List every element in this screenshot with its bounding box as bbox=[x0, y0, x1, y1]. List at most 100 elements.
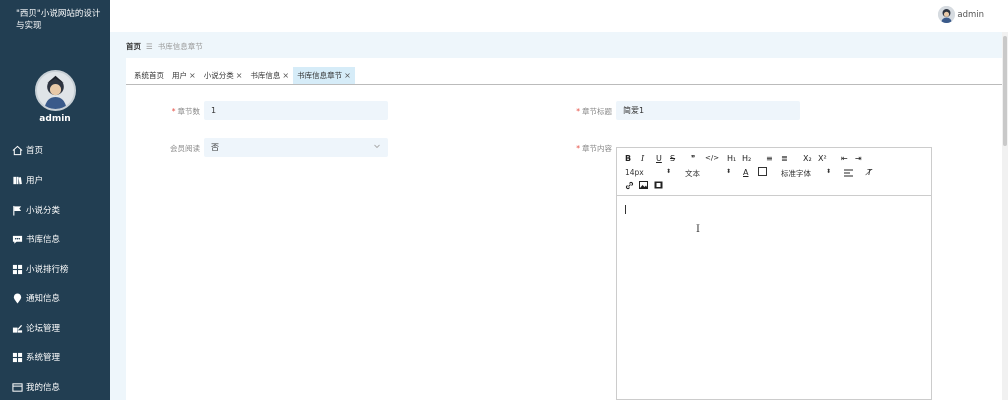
bold-button[interactable]: B bbox=[625, 154, 631, 163]
sidebar-item-notice[interactable]: 通知信息 bbox=[0, 288, 110, 308]
tab-users[interactable]: 用户 × bbox=[168, 67, 200, 84]
sidebar-item-label: 系统管理 bbox=[26, 353, 61, 363]
breadcrumb-current: 书库信息章节 bbox=[157, 42, 203, 51]
breadcrumb: 首页 ☰ 书库信息章节 bbox=[126, 41, 203, 52]
image-icon[interactable] bbox=[639, 181, 648, 189]
code-block-button[interactable]: </> bbox=[705, 154, 719, 162]
bullet-list-button[interactable]: ≣ bbox=[781, 154, 788, 163]
chat-icon bbox=[12, 234, 23, 245]
top-bar: admin bbox=[110, 0, 1008, 32]
sidebar-item-label: 我的信息 bbox=[26, 383, 61, 393]
page-scrollbar[interactable] bbox=[1002, 32, 1008, 400]
block-type-select[interactable]: 文本 ⬍ bbox=[685, 168, 731, 179]
blockquote-button[interactable]: ❞ bbox=[691, 154, 695, 163]
chapter-content-label: * 章节内容 bbox=[576, 144, 612, 153]
sidebar-item-library[interactable]: 书库信息 bbox=[0, 229, 110, 249]
sidebar-item-label: 通知信息 bbox=[26, 294, 61, 304]
header2-button[interactable]: H₂ bbox=[742, 154, 751, 163]
underline-button[interactable]: U bbox=[656, 154, 662, 163]
sidebar-item-users[interactable]: 用户 bbox=[0, 170, 110, 190]
chapter-title-label: * 章节标题 bbox=[576, 107, 612, 116]
editor-content-area[interactable] bbox=[617, 197, 931, 399]
avatar-image bbox=[938, 6, 955, 23]
editor-toolbar: B I U S ❞ </> H₁ H₂ ≡ ≣ X₂ X² ⇤ ⇥ 14px ⬍… bbox=[617, 148, 931, 196]
close-icon[interactable]: × bbox=[189, 71, 196, 80]
required-mark: * bbox=[576, 107, 580, 116]
forum-icon bbox=[12, 323, 23, 334]
sidebar-item-home[interactable]: 首页 bbox=[0, 140, 110, 160]
clear-format-button[interactable]: T̸ bbox=[867, 168, 872, 177]
tab-divider bbox=[126, 84, 1008, 85]
avatar-image bbox=[37, 72, 74, 109]
home-icon bbox=[12, 145, 23, 156]
sidebar-item-ranking[interactable]: 小说排行榜 bbox=[0, 259, 110, 279]
video-icon[interactable] bbox=[654, 181, 663, 189]
sidebar-item-system[interactable]: 系统管理 bbox=[0, 347, 110, 367]
tab-dashboard[interactable]: 系统首页 bbox=[130, 67, 168, 84]
tab-label: 用户 bbox=[172, 71, 187, 80]
updown-icon: ⬍ bbox=[825, 168, 831, 175]
sidebar-item-label: 书库信息 bbox=[26, 235, 61, 245]
indent-button[interactable]: ⇥ bbox=[855, 154, 862, 163]
chapter-no-input[interactable]: 1 bbox=[204, 101, 388, 120]
scrollbar-thumb[interactable] bbox=[1003, 36, 1007, 146]
avatar bbox=[35, 70, 76, 111]
sidebar-item-forum[interactable]: 论坛管理 bbox=[0, 318, 110, 338]
rich-text-editor: B I U S ❞ </> H₁ H₂ ≡ ≣ X₂ X² ⇤ ⇥ 14px ⬍… bbox=[616, 147, 932, 400]
font-family-select[interactable]: 标准字体 ⬍ bbox=[781, 168, 831, 179]
member-read-select[interactable]: 否 bbox=[204, 138, 388, 157]
top-avatar[interactable] bbox=[938, 6, 955, 23]
required-mark: * bbox=[576, 144, 580, 153]
background-color-icon[interactable] bbox=[758, 167, 767, 176]
close-icon[interactable]: × bbox=[282, 71, 289, 80]
tab-novel-category[interactable]: 小说分类 × bbox=[200, 67, 247, 84]
user-book-icon bbox=[12, 175, 23, 186]
font-size-select[interactable]: 14px ⬍ bbox=[625, 168, 671, 177]
header1-button[interactable]: H₁ bbox=[727, 154, 736, 163]
chapter-no-value: 1 bbox=[211, 106, 217, 115]
tab-bar: 系统首页 用户 × 小说分类 × 书库信息 × 书库信息章节 × bbox=[130, 67, 355, 84]
card-icon bbox=[12, 382, 23, 393]
superscript-button[interactable]: X² bbox=[818, 154, 827, 163]
tab-label: 书库信息 bbox=[250, 71, 281, 80]
chapter-title-input[interactable]: 简爱1 bbox=[616, 101, 800, 120]
sidebar-item-novel-category[interactable]: 小说分类 bbox=[0, 200, 110, 220]
sidebar-item-label: 小说排行榜 bbox=[26, 265, 69, 275]
required-mark: * bbox=[171, 107, 176, 116]
sidebar-item-my-info[interactable]: 我的信息 bbox=[0, 377, 110, 397]
member-read-label: 会员阅读 bbox=[170, 144, 200, 153]
sidebar-item-label: 论坛管理 bbox=[26, 324, 61, 334]
updown-icon: ⬍ bbox=[665, 168, 671, 175]
text-color-button[interactable]: A bbox=[743, 168, 748, 177]
link-icon[interactable] bbox=[625, 181, 634, 190]
flag-icon bbox=[12, 205, 23, 216]
outdent-button[interactable]: ⇤ bbox=[841, 154, 848, 163]
font-family-value: 标准字体 bbox=[781, 169, 811, 178]
chapter-no-label: * 章节数 bbox=[171, 107, 200, 116]
chevron-down-icon bbox=[374, 144, 380, 149]
ordered-list-button[interactable]: ≡ bbox=[766, 154, 773, 163]
grid-icon bbox=[12, 352, 23, 363]
font-size-value: 14px bbox=[625, 168, 644, 177]
sidebar-username: admin bbox=[39, 114, 71, 124]
close-icon[interactable]: × bbox=[236, 71, 243, 80]
tab-library-chapters[interactable]: 书库信息章节 × bbox=[293, 67, 355, 84]
align-icon[interactable] bbox=[844, 169, 853, 177]
breadcrumb-home[interactable]: 首页 bbox=[126, 41, 141, 52]
tab-label: 小说分类 bbox=[203, 71, 234, 80]
member-read-value: 否 bbox=[211, 143, 219, 152]
tab-library[interactable]: 书库信息 × bbox=[246, 67, 293, 84]
close-icon[interactable]: × bbox=[344, 71, 351, 80]
sidebar-item-label: 首页 bbox=[26, 146, 44, 156]
sidebar: "西贝"小说网站的设计与实现 admin 首页 用户 小说分类 书库信息 小说排… bbox=[0, 0, 110, 400]
tab-label: 系统首页 bbox=[134, 71, 164, 80]
italic-button[interactable]: I bbox=[641, 154, 644, 163]
top-username[interactable]: admin bbox=[957, 10, 984, 20]
strike-button[interactable]: S bbox=[670, 154, 675, 163]
block-type-value: 文本 bbox=[685, 169, 700, 178]
subscript-button[interactable]: X₂ bbox=[803, 154, 812, 163]
breadcrumb-separator-icon: ☰ bbox=[146, 42, 153, 51]
main-panel: 系统首页 用户 × 小说分类 × 书库信息 × 书库信息章节 × * 章节数 1 * 章节标… bbox=[126, 58, 1008, 400]
tab-label: 书库信息章节 bbox=[297, 71, 343, 80]
sidebar-item-label: 用户 bbox=[26, 176, 44, 186]
